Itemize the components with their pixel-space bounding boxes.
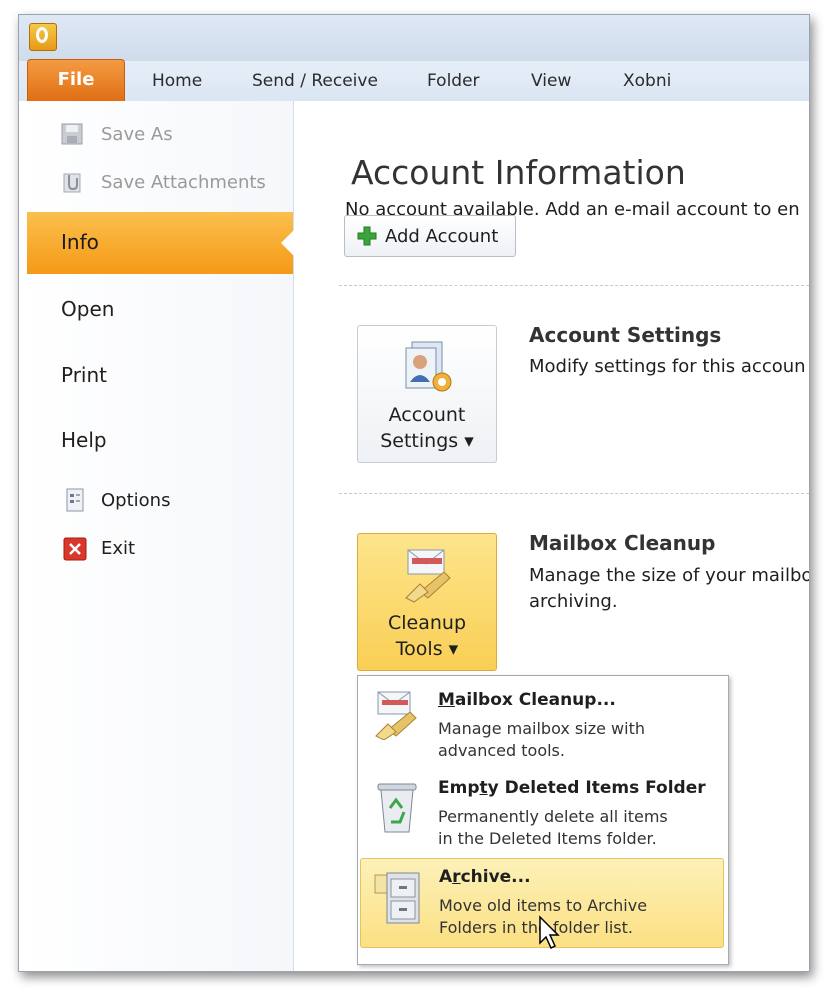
separator [339,285,809,286]
tab-home[interactable]: Home [152,71,202,91]
menu-item-title: Empty Deleted Items Folder [438,778,706,798]
mouse-cursor-icon [539,915,560,950]
account-settings-icon [405,341,452,392]
cleanup-tools-button[interactable]: Cleanup Tools ▾ [357,533,497,671]
nav-help[interactable]: Help [61,428,107,452]
mailbox-cleanup-title: Mailbox Cleanup [529,531,716,555]
cleanup-tools-line1: Cleanup [387,612,467,634]
save-as-icon [61,123,83,145]
account-settings-line2: Settings ▾ [380,430,474,452]
menu-item-title: Archive... [439,867,531,887]
nav-open[interactable]: Open [61,297,114,321]
cleanup-tools-icon [405,549,451,603]
account-settings-line1: Account [388,404,466,426]
save-attachments-icon [63,173,81,193]
menu-item-mailbox-cleanup[interactable]: Mailbox Cleanup... Manage mailbox size w… [360,680,724,768]
add-account-button[interactable]: Add Account [344,215,516,257]
selected-arrow [281,229,295,257]
recycle-bin-icon [377,783,417,833]
separator [339,493,809,494]
title-bar [19,15,809,61]
menu-item-desc-2: in the Deleted Items folder. [438,829,657,848]
options-command[interactable]: Options [101,490,170,511]
menu-item-desc-1: Move old items to Archive [439,896,648,915]
nav-info[interactable]: Info [27,212,293,274]
exit-command[interactable]: Exit [101,538,135,559]
outlook-app-icon[interactable] [29,23,57,51]
outlook-window: Home Send / Receive Folder View Xobni Fi… [18,14,810,972]
menu-item-desc-1: Manage mailbox size with [438,719,645,738]
nav-info-label: Info [61,230,99,254]
mailbox-cleanup-icon [375,691,417,740]
tab-folder[interactable]: Folder [427,71,480,91]
account-settings-button[interactable]: Account Settings ▾ [357,325,497,463]
mailbox-cleanup-desc-1: Manage the size of your mailbo [529,565,810,586]
page-title: Account Information [351,153,686,192]
tab-send-receive[interactable]: Send / Receive [252,71,378,91]
ribbon-tab-strip: Home Send / Receive Folder View Xobni [19,61,809,102]
save-attachments-command[interactable]: Save Attachments [101,172,266,193]
menu-item-empty-deleted[interactable]: Empty Deleted Items Folder Permanently d… [360,770,724,858]
add-account-label: Add Account [385,226,499,247]
menu-item-desc-1: Permanently delete all items [438,807,668,826]
options-icon [66,488,84,512]
tab-xobni[interactable]: Xobni [623,71,671,91]
menu-item-title: Mailbox Cleanup... [438,690,616,710]
account-settings-title: Account Settings [529,323,722,347]
exit-icon [63,537,87,561]
plus-icon [357,226,377,246]
tab-file[interactable]: File [27,59,125,102]
archive-cabinet-icon [374,872,420,924]
mailbox-cleanup-desc-2: archiving. [529,591,618,612]
tab-view[interactable]: View [531,71,571,91]
account-settings-desc: Modify settings for this accoun [529,356,806,377]
save-as-command[interactable]: Save As [101,124,173,145]
menu-item-desc-2: advanced tools. [438,741,565,760]
nav-print[interactable]: Print [61,363,107,387]
cleanup-tools-line2: Tools ▾ [395,638,459,660]
